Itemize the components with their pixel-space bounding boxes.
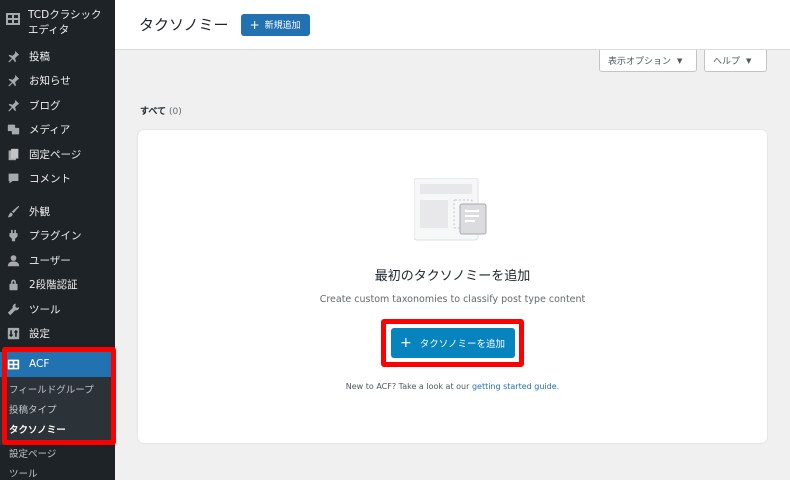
sidebar-item-plugins[interactable]: プラグイン	[0, 224, 115, 249]
sidebar-item-news[interactable]: お知らせ	[0, 69, 115, 94]
acf-icon	[6, 357, 20, 371]
help-suffix: .	[556, 382, 560, 391]
page-title: タクソノミー	[139, 16, 229, 34]
empty-state-title: 最初のタクソノミーを追加	[374, 269, 531, 284]
submenu-item-taxonomies[interactable]: タクソノミー	[0, 421, 115, 441]
highlight-box-add-button: + タクソノミーを追加	[381, 319, 524, 367]
filter-all-label: すべて	[140, 107, 167, 117]
sidebar-item-media[interactable]: メディア	[0, 118, 115, 143]
add-taxonomy-label: タクソノミーを追加	[419, 339, 505, 350]
sidebar-item-label: ACF	[29, 358, 50, 371]
page-icon	[6, 147, 20, 161]
media-icon	[6, 123, 20, 137]
sidebar-item-users[interactable]: ユーザー	[0, 248, 115, 273]
empty-taxonomy-illustration-icon	[414, 178, 487, 241]
sidebar-item-label: 固定ページ	[29, 148, 82, 161]
sidebar-item-tools[interactable]: ツール	[0, 297, 115, 322]
add-taxonomy-button[interactable]: + タクソノミーを追加	[390, 328, 515, 358]
sidebar-item-label: ツール	[29, 303, 61, 316]
empty-state-description: Create custom taxonomies to classify pos…	[319, 294, 586, 305]
acf-submenu: フィールドグループ 投稿タイプ タクソノミー	[0, 376, 115, 445]
sidebar-item-two-factor[interactable]: 2段階認証	[0, 273, 115, 298]
sidebar-item-acf[interactable]: ACF	[0, 352, 115, 377]
empty-state-card: 最初のタクソノミーを追加 Create custom taxonomies to…	[138, 130, 767, 443]
screen-options-button[interactable]: 表示オプション ▼	[599, 50, 697, 72]
settings-icon	[6, 327, 20, 341]
pin-icon	[6, 49, 20, 63]
comment-icon	[6, 172, 20, 186]
sidebar-item-appearance[interactable]: 外観	[0, 199, 115, 224]
editor-grid-icon	[6, 10, 20, 25]
add-new-button[interactable]: + 新規追加	[240, 13, 310, 36]
plugin-icon	[6, 229, 20, 243]
getting-started-hint: New to ACF? Take a look at our getting s…	[138, 382, 767, 391]
filter-all-count: (0)	[169, 107, 182, 117]
pin-icon	[6, 74, 20, 88]
add-new-label: 新規追加	[264, 21, 301, 31]
sidebar-item-label: お知らせ	[29, 75, 71, 88]
sidebar-item-pages[interactable]: 固定ページ	[0, 142, 115, 167]
help-button[interactable]: ヘルプ ▼	[704, 50, 767, 72]
sidebar-item-settings[interactable]: 設定	[0, 322, 115, 347]
acf-submenu-more: 設定ページ ツール	[0, 445, 115, 480]
brush-icon	[6, 204, 20, 218]
plus-icon: +	[249, 17, 260, 32]
submenu-item-options-pages[interactable]: 設定ページ	[0, 445, 115, 465]
plus-icon: +	[400, 335, 412, 351]
sidebar-brand[interactable]: TCDクラシックエディタ	[0, 0, 115, 44]
lock-icon	[6, 278, 20, 292]
submenu-item-post-types[interactable]: 投稿タイプ	[0, 401, 115, 421]
help-prefix: New to ACF? Take a look at our	[345, 382, 470, 391]
sidebar-item-label: 2段階認証	[29, 279, 78, 292]
sidebar-item-label: 外観	[29, 205, 50, 218]
sidebar-item-label: 投稿	[29, 50, 50, 63]
sidebar-item-label: コメント	[29, 173, 71, 186]
filter-all[interactable]: すべて (0)	[140, 104, 182, 117]
sidebar-item-label: プラグイン	[29, 230, 82, 243]
admin-sidebar: TCDクラシックエディタ 投稿 お知らせ ブログ メディア 固定ページ コメント	[0, 0, 115, 480]
sidebar-item-label: ユーザー	[29, 254, 71, 267]
submenu-item-tools[interactable]: ツール	[0, 465, 115, 480]
sidebar-brand-label: TCDクラシックエディタ	[28, 9, 102, 36]
menu-separator	[0, 191, 115, 199]
screen-options-label: 表示オプション	[608, 57, 672, 67]
sidebar-item-label: メディア	[29, 124, 71, 137]
sidebar-item-posts[interactable]: 投稿	[0, 44, 115, 69]
caret-down-icon: ▼	[746, 56, 752, 65]
sidebar-item-blog[interactable]: ブログ	[0, 93, 115, 118]
caret-down-icon: ▼	[677, 56, 683, 65]
wrench-icon	[6, 302, 20, 316]
sidebar-item-comments[interactable]: コメント	[0, 167, 115, 192]
sidebar-item-label: ブログ	[29, 99, 61, 112]
submenu-item-field-groups[interactable]: フィールドグループ	[0, 381, 115, 401]
pin-icon	[6, 98, 20, 112]
page-header: タクソノミー + 新規追加	[115, 0, 790, 50]
help-label: ヘルプ	[713, 57, 741, 67]
sidebar-item-label: 設定	[29, 328, 50, 341]
getting-started-link[interactable]: getting started guide	[472, 382, 557, 391]
user-icon	[6, 253, 20, 267]
